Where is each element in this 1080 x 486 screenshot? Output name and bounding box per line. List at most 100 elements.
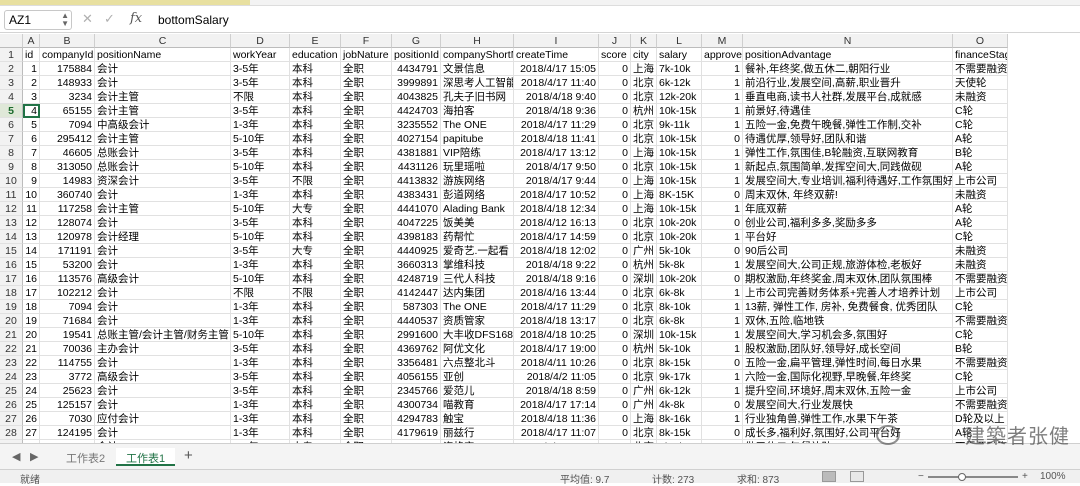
table-cell[interactable]: 天使轮 (953, 76, 1008, 90)
table-cell[interactable]: 1-3年 (231, 118, 290, 132)
table-cell[interactable]: 本科 (290, 370, 341, 384)
table-cell[interactable]: 14 (23, 244, 40, 258)
column-header-N[interactable]: N (743, 34, 953, 48)
table-cell[interactable]: 高级会计 (95, 272, 231, 286)
table-cell[interactable]: 10k-15k (657, 202, 702, 216)
table-cell[interactable]: 1 (702, 286, 743, 300)
table-cell[interactable]: 22 (23, 356, 40, 370)
table-cell[interactable]: 期权激励,年终奖金,周末双休,团队氛围棒 (743, 272, 953, 286)
table-cell[interactable]: A轮 (953, 160, 1008, 174)
table-cell[interactable]: 会计 (95, 314, 231, 328)
table-cell[interactable]: 3-5年 (231, 62, 290, 76)
table-cell[interactable]: 0 (702, 132, 743, 146)
table-cell[interactable]: 8k-10k (657, 300, 702, 314)
table-cell[interactable]: 10k-15k (657, 174, 702, 188)
row-number[interactable]: 26 (0, 398, 23, 412)
table-cell[interactable]: 全职 (341, 300, 392, 314)
table-cell[interactable]: 6 (23, 132, 40, 146)
table-cell[interactable]: 2018/4/17 9:44 (514, 174, 599, 188)
row-number[interactable]: 5 (0, 104, 23, 118)
table-cell[interactable]: 全职 (341, 398, 392, 412)
table-cell[interactable]: 1 (702, 202, 743, 216)
table-cell[interactable]: 0 (599, 132, 631, 146)
table-cell[interactable]: 本科 (290, 272, 341, 286)
table-cell[interactable]: C轮 (953, 118, 1008, 132)
table-cell[interactable]: 4 (23, 104, 40, 118)
table-cell[interactable]: 本科 (290, 118, 341, 132)
sheet-tab-2[interactable]: 工作表2 (56, 448, 115, 466)
table-cell[interactable]: 0 (599, 314, 631, 328)
row-number[interactable]: 4 (0, 90, 23, 104)
table-cell[interactable]: 171191 (40, 244, 95, 258)
table-cell[interactable]: 会计 (95, 216, 231, 230)
table-cell[interactable]: 7k-10k (657, 62, 702, 76)
table-cell[interactable]: 不限 (231, 90, 290, 104)
table-cell[interactable]: A轮 (953, 216, 1008, 230)
table-cell[interactable]: 深圳 (631, 328, 657, 342)
table-cell[interactable]: 1-3年 (231, 188, 290, 202)
table-cell[interactable]: 5-10年 (231, 202, 290, 216)
table-cell[interactable]: 4440925 (392, 244, 441, 258)
table-cell[interactable]: 总账会计 (95, 160, 231, 174)
table-cell[interactable]: 15 (23, 258, 40, 272)
table-cell[interactable]: 23 (23, 370, 40, 384)
column-title[interactable]: id (23, 48, 40, 62)
table-cell[interactable]: 3660313 (392, 258, 441, 272)
table-cell[interactable]: 全职 (341, 258, 392, 272)
table-cell[interactable]: 3-5年 (231, 174, 290, 188)
row-number[interactable]: 18 (0, 286, 23, 300)
table-cell[interactable]: 0 (599, 356, 631, 370)
table-cell[interactable]: 会计主管 (95, 90, 231, 104)
table-cell[interactable]: 0 (599, 118, 631, 132)
table-cell[interactable]: 0 (599, 300, 631, 314)
table-cell[interactable]: 3-5年 (231, 244, 290, 258)
table-cell[interactable]: 4300734 (392, 398, 441, 412)
table-cell[interactable]: 发展空间大,学习机会多,氛围好 (743, 328, 953, 342)
table-cell[interactable]: 北京 (631, 90, 657, 104)
table-cell[interactable]: 125157 (40, 398, 95, 412)
table-cell[interactable]: 六险一金,国际化视野,早晚餐,年终奖 (743, 370, 953, 384)
table-cell[interactable]: 不需要融资 (953, 356, 1008, 370)
column-header-L[interactable]: L (657, 34, 702, 48)
table-cell[interactable]: A轮 (953, 202, 1008, 216)
table-cell[interactable]: 8k-16k (657, 412, 702, 426)
zoom-out-icon[interactable]: − (918, 471, 924, 482)
prev-sheet-icon[interactable]: ◀ (12, 450, 20, 463)
table-cell[interactable]: 0 (599, 174, 631, 188)
table-cell[interactable]: 新起点,氛围简单,发挥空间大,同践做砚 (743, 160, 953, 174)
table-cell[interactable]: 0 (599, 244, 631, 258)
table-cell[interactable]: C轮 (953, 370, 1008, 384)
table-cell[interactable]: 0 (599, 342, 631, 356)
table-cell[interactable]: 0 (599, 104, 631, 118)
table-cell[interactable]: 本科 (290, 328, 341, 342)
table-cell[interactable]: 主办会计 (95, 342, 231, 356)
table-cell[interactable]: 游族网络 (441, 174, 514, 188)
table-cell[interactable]: 成长多,福利好,氛围好,公司平台好 (743, 426, 953, 440)
table-cell[interactable]: B轮 (953, 146, 1008, 160)
column-header-K[interactable]: K (631, 34, 657, 48)
table-cell[interactable]: 3-5年 (231, 104, 290, 118)
column-title[interactable]: positionId (392, 48, 441, 62)
table-cell[interactable]: 6k-12k (657, 76, 702, 90)
table-cell[interactable]: 全职 (341, 384, 392, 398)
column-title[interactable]: city (631, 48, 657, 62)
table-cell[interactable]: 5k-10k (657, 244, 702, 258)
table-cell[interactable]: 上市公司 (953, 174, 1008, 188)
table-cell[interactable]: 1-3年 (231, 258, 290, 272)
row-number[interactable]: 13 (0, 216, 23, 230)
table-cell[interactable]: 北京 (631, 286, 657, 300)
table-cell[interactable]: 股权激励,团队好,领导好,成长空间 (743, 342, 953, 356)
table-cell[interactable]: 102212 (40, 286, 95, 300)
column-header-I[interactable]: I (514, 34, 599, 48)
row-number[interactable]: 14 (0, 230, 23, 244)
table-cell[interactable]: 丽兹行 (441, 426, 514, 440)
table-cell[interactable]: 7030 (40, 412, 95, 426)
table-cell[interactable]: 五险一金,免费午晚餐,弹性工作制,交补 (743, 118, 953, 132)
table-cell[interactable]: 会计 (95, 356, 231, 370)
table-cell[interactable]: 0 (599, 398, 631, 412)
table-cell[interactable]: 21 (23, 342, 40, 356)
table-cell[interactable]: 发展空间大,专业培训,福利待遇好,工作氛围好 (743, 174, 953, 188)
table-cell[interactable]: 5-10年 (231, 132, 290, 146)
table-cell[interactable]: 2991600 (392, 328, 441, 342)
table-cell[interactable]: 0 (702, 244, 743, 258)
